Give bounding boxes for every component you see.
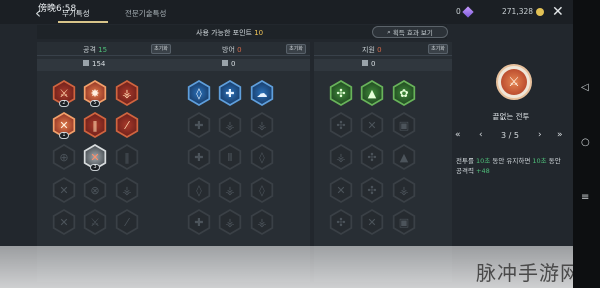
trait-name: 끝없는 전투 bbox=[492, 112, 530, 121]
trait-node[interactable]: ⚶ bbox=[217, 209, 243, 235]
trait-pager: « ‹ 3 / 5 › » bbox=[455, 130, 570, 144]
trait-node[interactable]: ⊗ bbox=[82, 177, 108, 203]
trait-node[interactable]: ◊ bbox=[186, 80, 212, 106]
android-menu-icon[interactable]: ≡ bbox=[581, 192, 589, 203]
column-title: 공격 15 bbox=[83, 46, 108, 54]
gold-currency: 271,328 bbox=[502, 7, 545, 16]
column-stat: 0 bbox=[172, 59, 310, 71]
trait-node[interactable]: ⚔ 2 bbox=[51, 80, 77, 107]
trait-node[interactable]: ✚ bbox=[186, 112, 212, 138]
trait-node[interactable]: ⚶ bbox=[114, 80, 140, 106]
trait-node[interactable]: ✣ bbox=[328, 209, 354, 235]
column-stat: 154 bbox=[37, 59, 175, 71]
reset-button[interactable]: 초기화 bbox=[428, 44, 448, 54]
trait-node[interactable]: ✕ 3 bbox=[82, 144, 108, 171]
stat-value: 0 bbox=[371, 60, 376, 68]
back-arrow-icon[interactable]: ‹ bbox=[35, 6, 41, 21]
next-page-icon[interactable]: › bbox=[538, 130, 542, 140]
shield-stat-icon bbox=[222, 60, 228, 66]
reset-button[interactable]: 초기화 bbox=[151, 44, 171, 54]
trait-node[interactable]: ✕ 1 bbox=[51, 112, 77, 139]
column-title: 지원 0 bbox=[362, 46, 382, 54]
trait-node[interactable]: ◊ bbox=[249, 177, 275, 203]
column-header: 공격 15 초기화 bbox=[37, 42, 175, 56]
trait-node[interactable]: ✣ bbox=[359, 144, 385, 170]
trait-node[interactable]: ⚶ bbox=[249, 209, 275, 235]
gold-coin-icon bbox=[536, 7, 545, 16]
level-badge: 5 bbox=[90, 100, 100, 107]
active-tab-indicator bbox=[58, 21, 108, 23]
trait-node[interactable]: ▣ bbox=[391, 112, 417, 138]
column-stat: 0 bbox=[314, 59, 452, 71]
trait-node[interactable]: ⚔ bbox=[82, 209, 108, 235]
trait-node[interactable]: ✚ bbox=[186, 144, 212, 170]
available-points: 사용 가능한 포인트 10 bbox=[196, 29, 264, 37]
trait-node[interactable]: ▣ bbox=[391, 209, 417, 235]
android-back-icon[interactable]: ◁ bbox=[581, 82, 589, 93]
trait-node[interactable]: ⚶ bbox=[249, 112, 275, 138]
trait-node[interactable]: ⁄ bbox=[114, 112, 140, 138]
column-header: 지원 0 초기화 bbox=[314, 42, 452, 56]
trait-node[interactable]: ⊕ bbox=[51, 144, 77, 170]
column-title: 방어 0 bbox=[222, 46, 242, 54]
trait-node[interactable]: ◊ bbox=[249, 144, 275, 170]
trait-node[interactable]: ⚶ bbox=[391, 177, 417, 203]
tab-weapon-trait[interactable]: 무기특성 bbox=[62, 8, 90, 19]
trait-node[interactable]: ✕ bbox=[359, 112, 385, 138]
android-home-icon[interactable]: ○ bbox=[581, 137, 590, 148]
tab-profession-trait[interactable]: 전문기술특성 bbox=[125, 8, 166, 19]
stat-value: 154 bbox=[92, 60, 106, 68]
trait-node[interactable]: ✣ bbox=[328, 112, 354, 138]
column-header: 방어 0 초기화 bbox=[172, 42, 310, 56]
trait-node[interactable]: ⚶ bbox=[217, 177, 243, 203]
system-nav-bar: ◁ ○ ≡ bbox=[573, 0, 600, 288]
attack-icon bbox=[83, 60, 89, 66]
reset-button[interactable]: 초기화 bbox=[286, 44, 306, 54]
trait-node[interactable]: ✿ bbox=[391, 80, 417, 106]
trait-node[interactable]: ◊ bbox=[186, 177, 212, 203]
trait-node[interactable]: ✕ bbox=[359, 209, 385, 235]
gem-currency: 0 bbox=[456, 5, 474, 18]
close-icon[interactable]: ✕ bbox=[552, 4, 564, 20]
app-window: 傍晚6:58 ‹ 무기특성 전문기술특성 0 271,328 ✕ 사용 가능한 … bbox=[0, 0, 600, 288]
trait-node[interactable]: ‖ bbox=[114, 144, 140, 170]
trait-node[interactable]: Ⅱ bbox=[217, 144, 243, 170]
trait-node[interactable]: ⚶ bbox=[328, 144, 354, 170]
stat-value: 0 bbox=[231, 60, 236, 68]
selected-trait-emblem: ⚔ bbox=[496, 64, 532, 100]
watermark: 脉冲手游网 bbox=[476, 261, 581, 285]
trait-node[interactable]: ☁ bbox=[249, 80, 275, 106]
prev-page-icon[interactable]: ‹ bbox=[479, 130, 483, 140]
first-page-icon[interactable]: « bbox=[455, 130, 461, 140]
trait-node[interactable]: ‖ bbox=[82, 112, 108, 138]
trait-description: 전투를 10초 동안 유지하면 10초 동안 공격력 +48 bbox=[456, 157, 561, 175]
view-effects-button[interactable]: ⌕ 획득 효과 보기 bbox=[372, 26, 448, 38]
page-indicator: 3 / 5 bbox=[501, 131, 519, 140]
level-badge: 2 bbox=[59, 100, 69, 107]
top-bar: 傍晚6:58 ‹ 무기특성 전문기술특성 0 271,328 ✕ bbox=[0, 0, 573, 24]
support-stat-icon bbox=[362, 60, 368, 66]
crossed-swords-emblem-icon: ⚔ bbox=[501, 69, 527, 95]
trait-node[interactable]: ⁄ bbox=[114, 209, 140, 235]
trait-node[interactable]: ✣ bbox=[328, 80, 354, 106]
gem-icon bbox=[462, 5, 474, 18]
trait-node[interactable]: ✕ bbox=[51, 209, 77, 235]
level-badge: 3 bbox=[90, 164, 100, 171]
trait-node[interactable]: ▲ bbox=[391, 144, 417, 170]
trait-node[interactable]: ⚶ bbox=[114, 177, 140, 203]
trait-node[interactable]: ✸ 5 bbox=[82, 80, 108, 107]
trait-node[interactable]: ✕ bbox=[328, 177, 354, 203]
trait-node[interactable]: ✣ bbox=[359, 177, 385, 203]
trait-node[interactable]: ▲ bbox=[359, 80, 385, 106]
search-icon: ⌕ bbox=[387, 27, 391, 36]
trait-node[interactable]: ✕ bbox=[51, 177, 77, 203]
trait-node[interactable]: ⚶ bbox=[217, 112, 243, 138]
trait-node[interactable]: ✚ bbox=[186, 209, 212, 235]
trait-node[interactable]: ✚ bbox=[217, 80, 243, 106]
level-badge: 1 bbox=[59, 132, 69, 139]
last-page-icon[interactable]: » bbox=[557, 130, 563, 140]
